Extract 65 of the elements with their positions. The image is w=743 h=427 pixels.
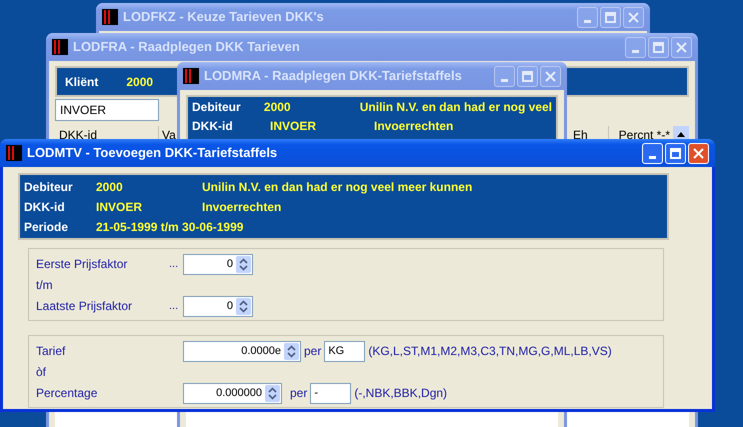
filter-field[interactable]: INVOER <box>55 99 159 121</box>
field-value: 0 <box>226 298 234 314</box>
field-value: 0 <box>226 256 234 272</box>
window-title: LODMTV - Toevoegen DKK-Tariefstaffels <box>27 144 278 162</box>
info-value: 21-05-1999 t/m 30-06-1999 <box>96 218 244 236</box>
app-icon <box>183 68 199 84</box>
info-description: Invoerrechten <box>202 198 282 216</box>
info-value: 2000 <box>264 99 292 116</box>
app-icon <box>102 9 118 25</box>
spin-arrows-icon[interactable] <box>265 384 280 402</box>
info-label: DKK-id <box>24 198 66 216</box>
spin-field[interactable]: 0 <box>183 296 253 316</box>
field-label: Laatste Prijsfaktor <box>36 298 134 315</box>
info-description: Invoerrechten <box>374 118 454 135</box>
per-label: per <box>304 343 322 360</box>
unit-options: (-,NBK,BBK,Dgn) <box>354 384 448 402</box>
minimize-icon <box>501 78 508 82</box>
field-label: Eerste Prijsfaktor <box>36 256 128 273</box>
info-value: INVOER <box>270 118 318 135</box>
or-label: òf <box>36 364 46 381</box>
unit-field[interactable]: - <box>310 382 352 404</box>
maximize-icon <box>670 148 681 158</box>
close-icon <box>545 70 556 82</box>
maximize-icon <box>605 12 616 22</box>
close-icon <box>676 42 687 52</box>
app-icon <box>52 39 68 55</box>
info-value: 2000 <box>96 178 124 196</box>
field-value: 0.000000 <box>215 386 263 401</box>
unit-field[interactable]: KG <box>324 340 366 362</box>
window-title: LODMRA - Raadplegen DKK-Tariefstaffels <box>204 67 463 86</box>
window-title: LODFKZ - Keuze Tarieven DKK's <box>123 8 325 26</box>
spin-field[interactable]: 0 <box>183 254 253 274</box>
client-label: Kliënt <box>65 74 98 90</box>
range-separator: t/m <box>36 277 53 294</box>
close-icon <box>693 148 704 158</box>
column-header[interactable]: Eh <box>570 126 608 143</box>
client-value: 2000 <box>126 74 154 90</box>
spin-arrows-icon[interactable] <box>284 342 299 360</box>
spin-arrows-icon[interactable] <box>236 298 251 314</box>
minimize-icon <box>584 20 591 22</box>
dots: ... <box>169 298 180 314</box>
info-label: Debiteur <box>192 99 242 116</box>
minimize-icon <box>632 50 639 52</box>
info-label: Periode <box>24 218 70 236</box>
info-label: Debiteur <box>24 178 74 196</box>
close-icon <box>628 12 639 22</box>
info-description: Unilin N.V. en dan had er nog veel <box>360 99 552 116</box>
spin-field[interactable]: 0.000000 <box>183 382 282 404</box>
info-label: DKK-id <box>192 118 234 135</box>
app-icon <box>6 145 22 161</box>
field-label: Percentage <box>36 385 98 402</box>
per-label: per <box>290 385 308 402</box>
minimize-icon <box>649 156 656 158</box>
field-label: Tarief <box>36 343 66 360</box>
unit-options: (KG,L,ST,M1,M2,M3,C3,TN,MG,G,ML,LB,VS) <box>368 342 612 360</box>
spin-field[interactable]: 0.0000e <box>183 340 301 362</box>
info-value: INVOER <box>96 198 144 216</box>
maximize-icon <box>653 42 664 52</box>
column-header[interactable]: Va <box>162 126 176 143</box>
info-description: Unilin N.V. en dan had er nog veel meer kunnen <box>202 178 472 196</box>
maximize-icon <box>522 70 533 82</box>
spin-arrows-icon[interactable] <box>236 256 251 272</box>
field-value: 0.0000e <box>240 344 282 359</box>
dots: ... <box>169 256 180 272</box>
window-title: LODFRA - Raadplegen DKK Tarieven <box>73 38 301 56</box>
